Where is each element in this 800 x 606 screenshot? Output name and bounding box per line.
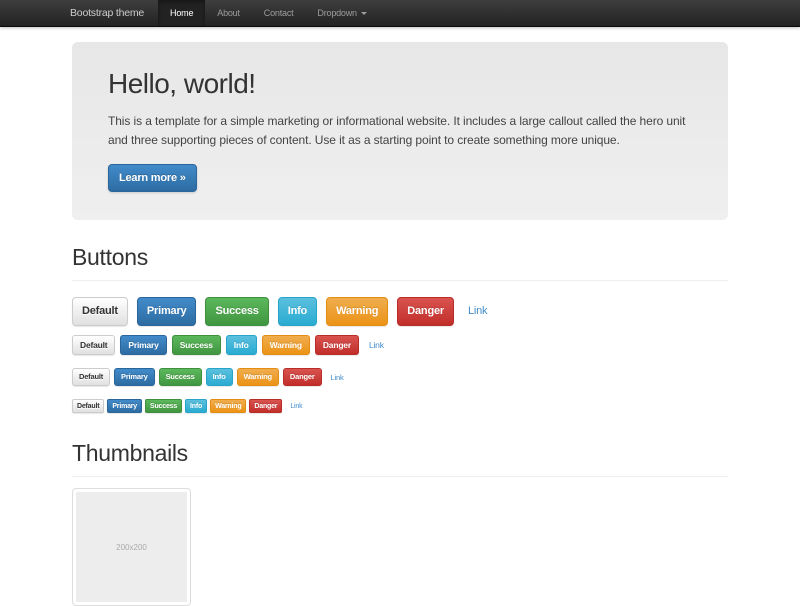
buttons-section-header: Buttons [72,244,728,281]
button-row-lg: Default Primary Success Info Warning Danger Li… [72,297,728,326]
default-button-xs[interactable]: Default [72,399,104,413]
nav-item-label: Contact [264,8,294,18]
warning-button-sm[interactable]: Warning [237,368,279,386]
learn-more-button[interactable]: Learn more » [108,164,197,192]
thumbnail[interactable]: 200x200 [72,488,191,606]
hero-unit: Hello, world! This is a template for a s… [72,42,728,220]
nav-item-dropdown[interactable]: Dropdown [305,0,378,26]
primary-button-xs[interactable]: Primary [107,399,142,413]
danger-button-sm[interactable]: Danger [283,368,322,386]
warning-button-xs[interactable]: Warning [210,399,246,413]
caret-down-icon [361,12,367,15]
nav-item-about[interactable]: About [205,0,252,26]
thumbnails-section-title: Thumbnails [72,440,728,467]
info-button-xs[interactable]: Info [185,399,207,413]
danger-button-xs[interactable]: Danger [249,399,282,413]
hero-description: This is a template for a simple marketin… [108,112,692,151]
default-button-sm[interactable]: Default [72,368,110,386]
hero-title: Hello, world! [108,69,692,100]
success-button-sm[interactable]: Success [159,368,202,386]
main-container: Hello, world! This is a template for a s… [72,42,728,606]
buttons-section-title: Buttons [72,244,728,271]
navbar-menu: Home About Contact Dropdown [158,0,379,26]
button-row-md: DefaultPrimary SuccessInfoWarningDanger Li… [72,335,728,356]
default-button-md[interactable]: Default [72,335,115,356]
link-button-lg[interactable]: Link [468,305,487,317]
link-button-xs[interactable]: Link [290,403,302,410]
thumbnail-placeholder-label: 200x200 [116,543,147,552]
success-button-xs[interactable]: Success [145,399,182,413]
info-button-md[interactable]: Info [226,335,257,356]
primary-button-lg[interactable]: Primary [137,297,197,326]
navbar-brand[interactable]: Bootstrap theme [70,0,144,26]
danger-button-md[interactable]: Danger [315,335,359,356]
info-button-lg[interactable]: Info [278,297,317,326]
link-button-md[interactable]: Link [369,340,384,350]
warning-button-md[interactable]: Warning [262,335,310,356]
primary-button-md[interactable]: Primary [120,335,166,356]
warning-button-lg[interactable]: Warning [326,297,388,326]
button-row-xs: DefaultPrimarySuccessInfoWarningDanger Li… [72,397,728,415]
button-row-sm: DefaultPrimarySuccessInfoWarningDanger Li… [72,368,728,386]
nav-item-label: Dropdown [317,8,356,18]
nav-item-label: Home [170,8,193,18]
danger-button-lg[interactable]: Danger [397,297,454,326]
link-button-sm[interactable]: Link [331,373,344,382]
primary-button-sm[interactable]: Primary [114,368,155,386]
success-button-lg[interactable]: Success [205,297,268,326]
navbar: Bootstrap theme Home About Contact Dropdown [0,0,800,27]
nav-item-contact[interactable]: Contact [252,0,306,26]
info-button-sm[interactable]: Info [206,368,233,386]
button-rows: DefaultPrimarySuccessInfoWarningDangerLi… [72,297,728,416]
nav-item-home[interactable]: Home [158,0,205,26]
nav-item-label: About [217,8,240,18]
default-button-lg[interactable]: Default [72,297,128,326]
thumbnail-placeholder-image: 200x200 [76,492,187,602]
success-button-md[interactable]: Success [172,335,221,356]
thumbnails-section-header: Thumbnails [72,440,728,477]
